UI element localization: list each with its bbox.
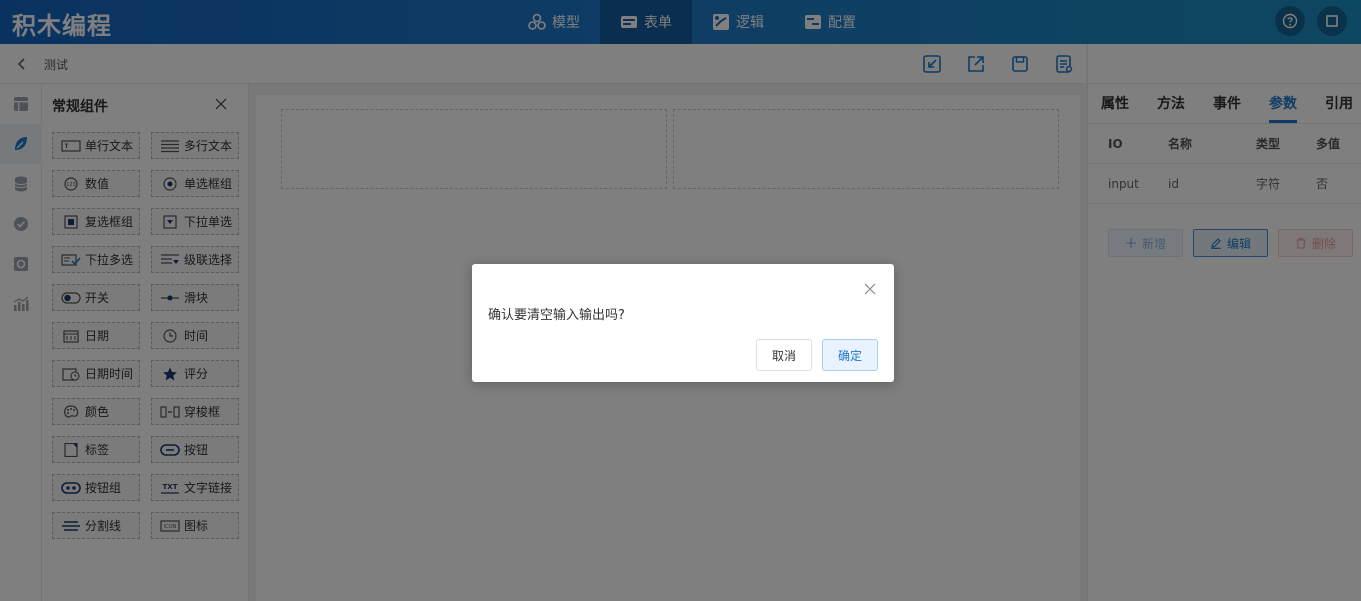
- close-icon[interactable]: [864, 283, 876, 295]
- confirm-dialog: 确认要清空输入输出吗? 取消 确定: [472, 264, 894, 382]
- dialog-actions: 取消 确定: [755, 339, 878, 371]
- dialog-message: 确认要清空输入输出吗?: [488, 308, 625, 323]
- confirm-button[interactable]: 确定: [821, 339, 878, 371]
- cancel-button[interactable]: 取消: [755, 339, 812, 371]
